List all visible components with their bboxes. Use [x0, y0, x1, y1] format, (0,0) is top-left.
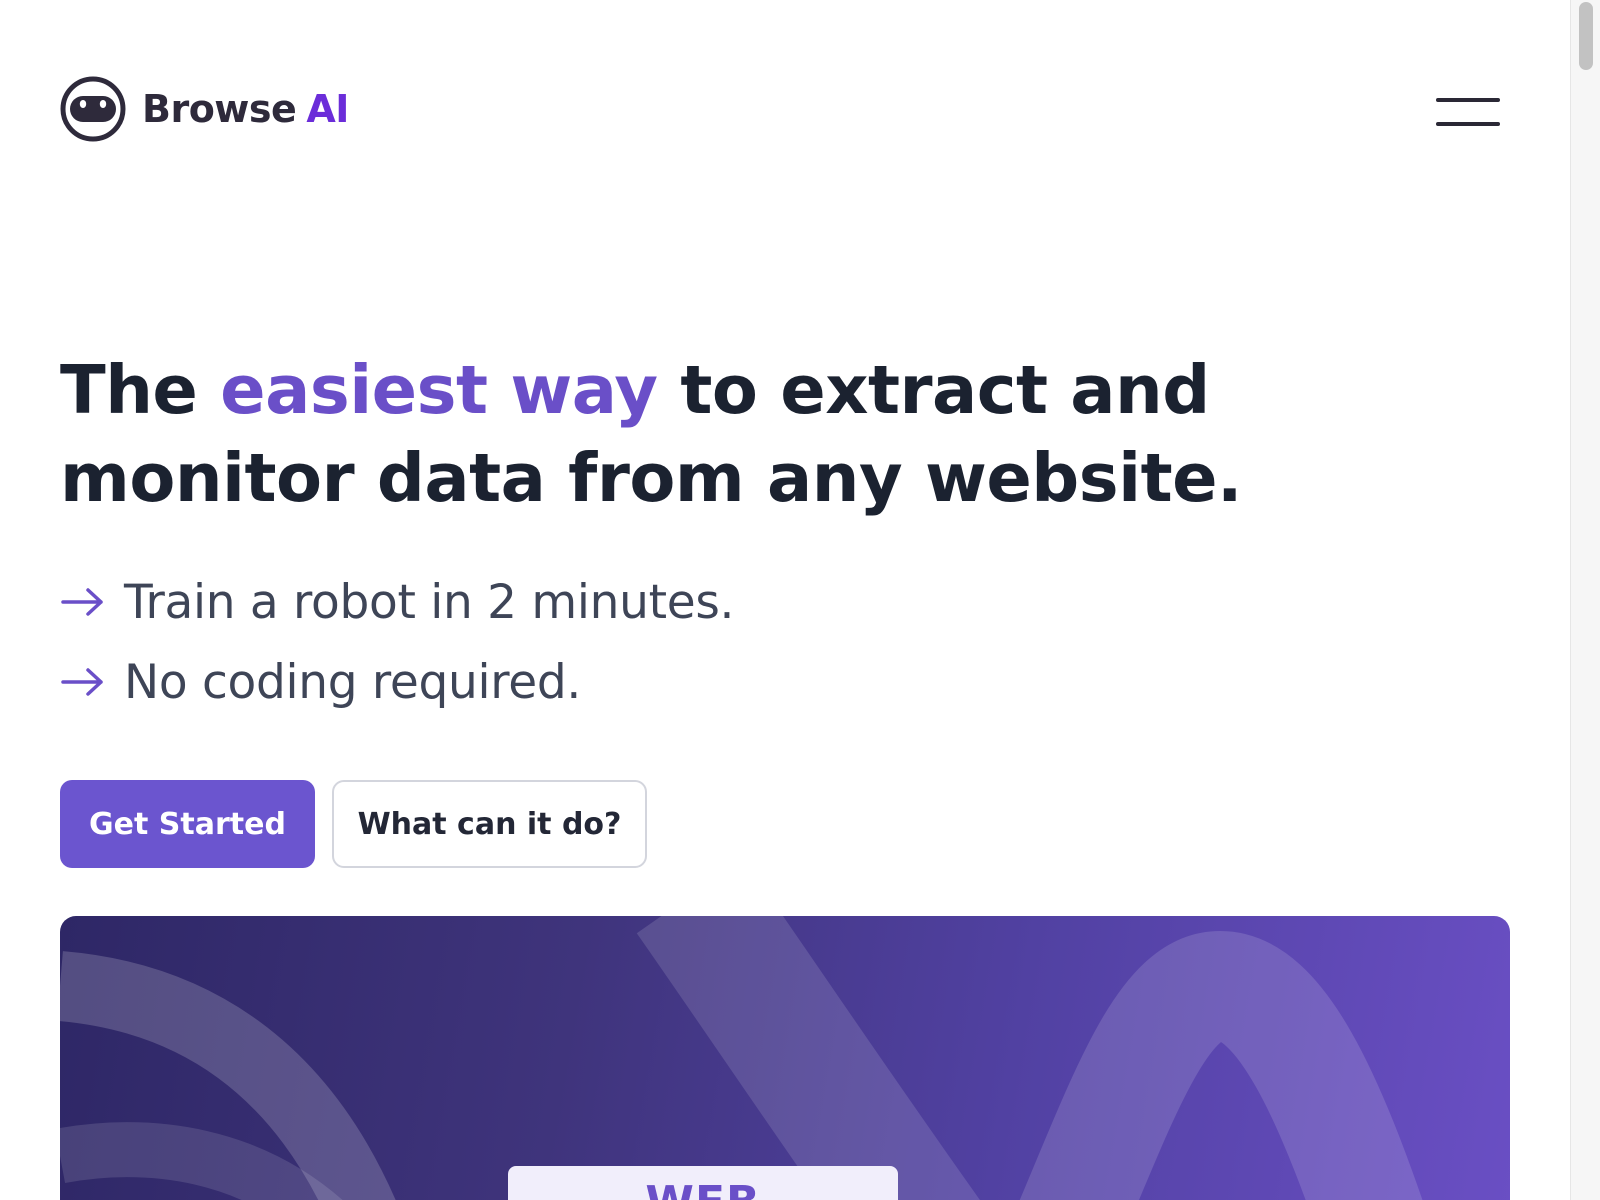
bullet-text: Train a robot in 2 minutes.: [124, 574, 735, 630]
arrow-right-icon: [61, 668, 103, 696]
what-can-it-do-button[interactable]: What can it do?: [332, 780, 647, 868]
headline-part1: The: [60, 351, 221, 429]
get-started-button[interactable]: Get Started: [60, 780, 315, 868]
page: Browse AI The easiest way to extract and …: [0, 0, 1600, 1200]
logo-brand: Browse: [142, 87, 297, 131]
page-scrollbar[interactable]: [1570, 0, 1600, 1200]
logo-ai: AI: [306, 87, 349, 131]
robot-face-icon: [60, 76, 126, 142]
bullet-item: No coding required.: [60, 652, 734, 712]
video-label: WEB SCRAPING: [508, 1166, 898, 1200]
menu-bar-bottom: [1436, 122, 1500, 126]
logo-text: Browse AI: [142, 87, 349, 131]
menu-bar-top: [1436, 98, 1500, 102]
scrollbar-thumb[interactable]: [1579, 2, 1593, 70]
hero-video-preview[interactable]: WEB SCRAPING: [60, 916, 1510, 1200]
hamburger-menu-icon[interactable]: [1436, 94, 1504, 130]
logo-link[interactable]: Browse AI: [60, 76, 349, 142]
feature-bullets: Train a robot in 2 minutes. No coding re…: [60, 572, 734, 732]
bullet-text: No coding required.: [124, 654, 582, 710]
decorative-waves: [60, 916, 1423, 1200]
headline-accent: easiest way: [220, 351, 658, 429]
bullet-item: Train a robot in 2 minutes.: [60, 572, 734, 632]
arrow-right-icon: [61, 588, 103, 616]
hero-headline: The easiest way to extract and monitor d…: [60, 346, 1500, 522]
